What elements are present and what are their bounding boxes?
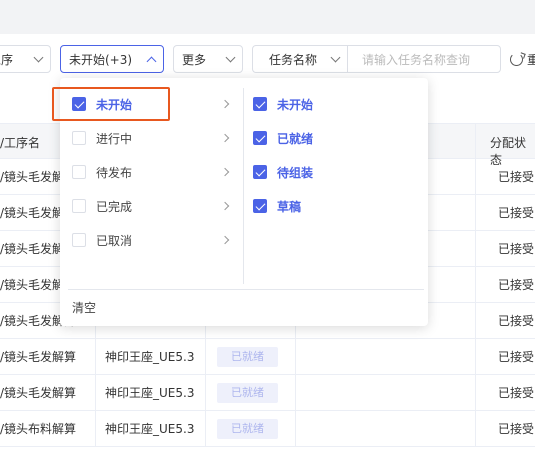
- checkbox[interactable]: [72, 199, 86, 213]
- cell-process-name: /镜头毛发解算: [0, 386, 77, 400]
- substatus-option[interactable]: 未开始: [253, 93, 313, 115]
- column-divider: [475, 339, 476, 375]
- cell-process-name: /镜头布料解算: [0, 422, 77, 436]
- reset-button-label[interactable]: 重: [527, 51, 535, 68]
- checkbox[interactable]: [253, 97, 267, 111]
- cell-assign-status: 已接受: [498, 278, 535, 292]
- cell-assign-status: 已接受: [498, 350, 535, 364]
- clear-filter-button[interactable]: 清空: [72, 299, 96, 316]
- more-filters-select[interactable]: 更多: [173, 45, 243, 73]
- chevron-right-icon: [220, 99, 230, 109]
- column-divider: [295, 339, 296, 375]
- task-search-input[interactable]: 请输入任务名称查询: [347, 45, 501, 73]
- checkbox[interactable]: [72, 233, 86, 247]
- checkbox[interactable]: [253, 199, 267, 213]
- status-filter-select[interactable]: 未开始(+3): [60, 45, 164, 73]
- chevron-down-icon: [33, 52, 44, 62]
- top-bar: [0, 0, 535, 34]
- chevron-down-icon: [225, 52, 236, 62]
- cell-assign-status: 已接受: [498, 314, 535, 328]
- status-option[interactable]: 待发布: [72, 161, 132, 183]
- status-badge: 已就绪: [217, 347, 278, 367]
- column-divider: [295, 411, 296, 447]
- status-option-label: 已取消: [96, 233, 133, 248]
- substatus-option-label: 已就绪: [277, 131, 314, 146]
- substatus-option[interactable]: 待组装: [253, 161, 313, 183]
- table-row[interactable]: /镜头毛发解算 神印王座_UE5.3 已就绪 已接受: [0, 339, 535, 375]
- status-option[interactable]: 进行中: [72, 127, 132, 149]
- highlight-box: [52, 87, 170, 121]
- checkbox[interactable]: [72, 131, 86, 145]
- chevron-right-icon: [220, 201, 230, 211]
- process-select[interactable]: 工序: [0, 45, 51, 73]
- chevron-right-icon: [220, 167, 230, 177]
- table-row[interactable]: /镜头毛发解算 神印王座_UE5.3 已就绪 已接受: [0, 375, 535, 411]
- checkbox[interactable]: [72, 165, 86, 179]
- task-field-label: 任务名称: [269, 52, 318, 67]
- dropdown-column-divider: [243, 88, 244, 284]
- status-option-label: 待发布: [96, 165, 133, 180]
- status-option-label: 进行中: [96, 131, 133, 146]
- table-row[interactable]: /镜头布料解算 神印王座_UE5.3 已就绪 已接受: [0, 411, 535, 447]
- status-badge: 已就绪: [217, 419, 278, 439]
- substatus-option-label: 未开始: [277, 97, 314, 112]
- substatus-option-label: 草稿: [277, 199, 302, 214]
- filter-toolbar: 工序 未开始(+3) 更多 任务名称 请输入任务名称查询 重: [0, 34, 535, 84]
- column-divider: [95, 339, 96, 375]
- status-option[interactable]: 已取消: [72, 229, 132, 251]
- chevron-up-icon: [146, 56, 157, 66]
- column-divider: [475, 159, 476, 195]
- task-search-placeholder: 请输入任务名称查询: [362, 52, 471, 67]
- header-process-name: /工序名: [0, 136, 41, 150]
- cell-assign-status: 已接受: [498, 170, 535, 184]
- status-option-label: 已完成: [96, 199, 133, 214]
- column-divider: [475, 303, 476, 339]
- substatus-option[interactable]: 草稿: [253, 195, 301, 217]
- column-divider: [95, 411, 96, 447]
- chevron-right-icon: [220, 133, 230, 143]
- process-select-label: 工序: [0, 52, 14, 67]
- chevron-right-icon: [220, 235, 230, 245]
- status-badge: 已就绪: [217, 383, 278, 403]
- cell-assign-status: 已接受: [498, 386, 535, 400]
- cell-process-name: /镜头毛发解算: [0, 350, 77, 364]
- column-divider: [475, 411, 476, 447]
- cell-assign-status: 已接受: [498, 242, 535, 256]
- cell-project: 神印王座_UE5.3: [105, 350, 195, 364]
- checkbox[interactable]: [253, 131, 267, 145]
- cell-assign-status: 已接受: [498, 206, 535, 220]
- column-divider: [475, 267, 476, 303]
- cell-project: 神印王座_UE5.3: [105, 422, 195, 436]
- column-divider: [475, 231, 476, 267]
- column-divider: [95, 375, 96, 411]
- status-filter-label: 未开始(+3): [69, 52, 133, 67]
- column-divider: [475, 195, 476, 231]
- column-divider: [475, 124, 476, 160]
- column-divider: [205, 411, 206, 447]
- refresh-icon[interactable]: [510, 53, 523, 66]
- column-divider: [295, 375, 296, 411]
- status-option[interactable]: 已完成: [72, 195, 132, 217]
- chevron-down-icon: [330, 52, 341, 62]
- task-field-select[interactable]: 任务名称: [252, 45, 348, 73]
- column-divider: [475, 375, 476, 411]
- cell-project: 神印王座_UE5.3: [105, 386, 195, 400]
- checkbox[interactable]: [253, 165, 267, 179]
- dropdown-footer-divider: [68, 289, 424, 290]
- more-filters-label: 更多: [182, 52, 207, 67]
- substatus-option[interactable]: 已就绪: [253, 127, 313, 149]
- column-divider: [205, 339, 206, 375]
- substatus-option-label: 待组装: [277, 165, 314, 180]
- column-divider: [205, 375, 206, 411]
- cell-assign-status: 已接受: [498, 422, 535, 436]
